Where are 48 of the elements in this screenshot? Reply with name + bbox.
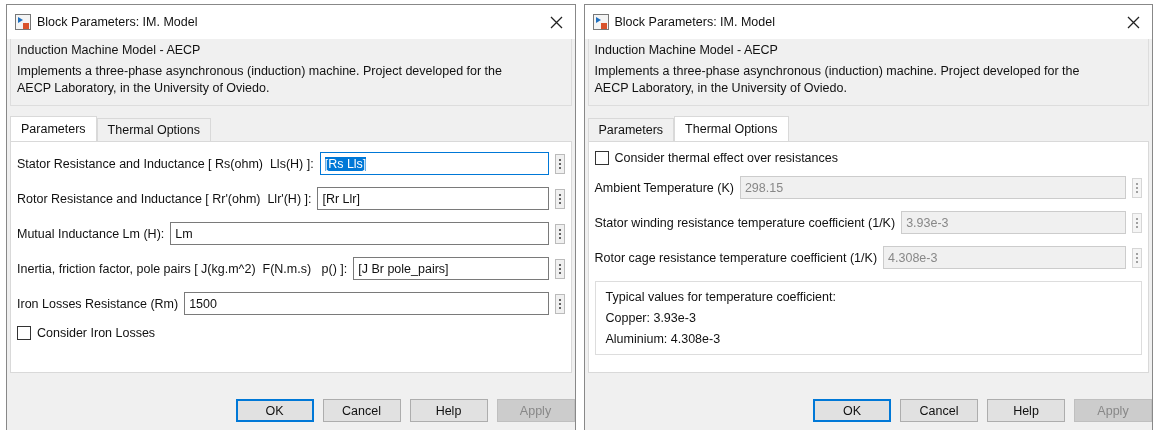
more-options-icon[interactable] bbox=[1132, 212, 1142, 233]
block-diagram-icon bbox=[592, 14, 609, 30]
field-label: Rotor Resistance and Inductance [ Rr'(ohm) Llr'(H) ]: bbox=[17, 191, 312, 206]
tab[interactable]: Parameters bbox=[10, 116, 97, 141]
field-label: Stator winding resistance temperature coefficient (1/K) bbox=[594, 215, 896, 230]
more-options-icon[interactable] bbox=[1132, 177, 1142, 198]
dialog-button[interactable]: Help bbox=[409, 399, 488, 422]
tab[interactable]: Thermal Options bbox=[674, 116, 789, 141]
tab[interactable]: Thermal Options bbox=[96, 118, 211, 141]
dialog-button[interactable]: Cancel bbox=[322, 399, 401, 422]
info-text: Typical values for temperature coefficient: bbox=[605, 290, 837, 304]
field-label: Iron Losses Resistance (Rm) bbox=[17, 296, 179, 311]
window-title: Block Parameters: IM. Model bbox=[37, 15, 199, 29]
more-options-icon[interactable] bbox=[554, 258, 565, 279]
field-label: Rotor cage resistance temperature coefficient (1/K) bbox=[594, 250, 878, 265]
more-options-icon[interactable] bbox=[554, 223, 565, 244]
dialog-button[interactable]: OK bbox=[235, 399, 314, 422]
dialog-button[interactable]: Cancel bbox=[900, 399, 978, 422]
text-field[interactable]: [Rs Lls] bbox=[319, 152, 549, 175]
text-field[interactable]: [Rr Llr] bbox=[317, 187, 549, 210]
checkbox-label[interactable]: Consider Iron Losses bbox=[37, 326, 156, 340]
checkbox[interactable] bbox=[594, 151, 609, 165]
field-label: Mutual Inductance Lm (H): bbox=[17, 226, 165, 241]
checkbox-label[interactable]: Consider thermal effect over resistances bbox=[614, 151, 838, 165]
dialog-button[interactable]: OK bbox=[813, 399, 891, 422]
text-field[interactable]: 1500 bbox=[184, 292, 549, 315]
close-icon[interactable] bbox=[1127, 15, 1140, 29]
more-options-icon[interactable] bbox=[1132, 247, 1142, 268]
group-title: Induction Machine Model - AECP bbox=[17, 43, 201, 57]
block-diagram-icon bbox=[15, 14, 31, 30]
tab[interactable]: Parameters bbox=[587, 118, 675, 141]
window-title: Block Parameters: IM. Model bbox=[614, 15, 776, 29]
more-options-icon[interactable] bbox=[554, 153, 565, 174]
text-field[interactable]: Lm bbox=[170, 222, 549, 245]
info-text: Copper: 3.93e-3 bbox=[605, 311, 697, 325]
close-icon[interactable] bbox=[549, 15, 563, 29]
text-field[interactable]: [J Br pole_pairs] bbox=[353, 257, 549, 280]
description-text: Implements a three-phase asynchronous (induction) machine. Project developed for the AECP Laboratory, in the University of Oviedo. bbox=[17, 63, 503, 97]
more-options-icon[interactable] bbox=[554, 293, 565, 314]
field-label: Inertia, friction factor, pole pairs [ J(kg.m^2) F(N.m.s) p() ]: bbox=[17, 261, 348, 276]
description-text: Implements a three-phase asynchronous (induction) machine. Project developed for the AECP Laboratory, in the University of Oviedo. bbox=[594, 63, 1081, 97]
group-title: Induction Machine Model - AECP bbox=[594, 43, 778, 57]
checkbox[interactable] bbox=[17, 326, 31, 340]
field-label: Ambient Temperature (K) bbox=[594, 180, 734, 195]
more-options-icon[interactable] bbox=[554, 188, 565, 209]
info-text: Aluminium: 4.308e-3 bbox=[605, 332, 722, 346]
field-label: Stator Resistance and Inductance [ Rs(ohm) Lls(H) ]: bbox=[17, 156, 314, 171]
dialog-button[interactable]: Help bbox=[987, 399, 1065, 422]
